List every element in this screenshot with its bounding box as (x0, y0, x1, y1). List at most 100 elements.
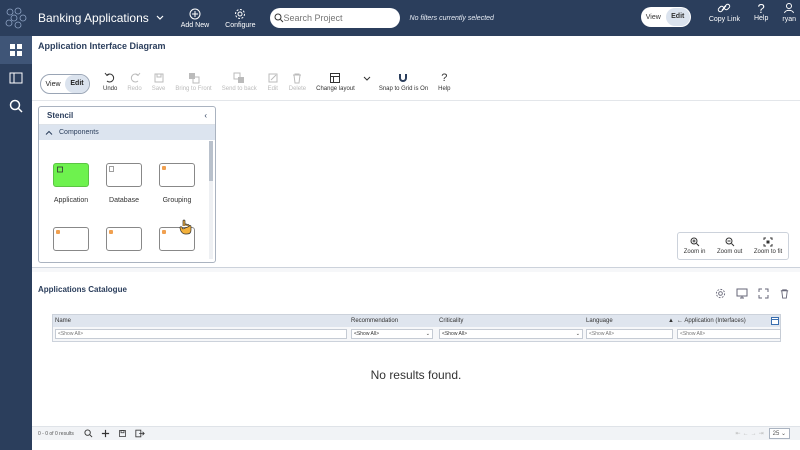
scrollbar-thumb[interactable] (209, 141, 213, 181)
sidebar-item-dashboard[interactable] (0, 36, 32, 64)
stencil-shape-application[interactable]: Application (49, 163, 93, 204)
stencil-panel: Stencil ‹ Components Application Databas… (38, 106, 216, 263)
help-button[interactable]: ? Help (754, 2, 768, 22)
orange-marker-icon (162, 230, 166, 234)
recommendation-filter-select[interactable]: <Show All> ⌄ (351, 329, 433, 339)
diagram-help-button[interactable]: ? Help (438, 72, 450, 92)
layout-dropdown[interactable] (362, 72, 372, 86)
shape-label: Database (109, 197, 139, 204)
catalogue-table: Name Recommendation Criticality Language… (52, 314, 781, 342)
app-glyph-icon (57, 166, 63, 173)
zoom-out-button[interactable]: Zoom out (717, 237, 742, 255)
grouping-shape[interactable] (159, 163, 195, 187)
magnet-icon (399, 74, 408, 82)
components-section-header[interactable]: Components (39, 125, 215, 140)
save-button[interactable]: Save (152, 72, 165, 92)
add-new-label: Add New (180, 21, 210, 29)
name-filter-input[interactable] (55, 329, 347, 339)
column-header-recommendation[interactable]: Recommendation (351, 318, 398, 324)
view-edit-toggle[interactable]: View Edit (641, 7, 691, 27)
orange-marker-icon (162, 166, 166, 170)
undo-button[interactable]: Undo (103, 72, 117, 92)
undo-icon (104, 72, 115, 83)
search-input[interactable] (283, 13, 384, 23)
toolbar-divider (32, 100, 800, 101)
help-label: Help (753, 15, 769, 22)
interfaces-filter-input[interactable] (677, 329, 781, 339)
project-name: Banking Applications (38, 11, 149, 25)
diagram-edit-option[interactable]: Edit (65, 75, 89, 93)
zoom-in-button[interactable]: Zoom in (684, 237, 705, 255)
save-icon[interactable] (118, 429, 127, 438)
add-new-button[interactable]: Add New (181, 8, 209, 29)
copy-link-button[interactable]: Copy Link (709, 2, 740, 23)
pagination-arrows-icon[interactable]: ⇤←→⇥ (736, 430, 766, 437)
components-label: Components (59, 129, 99, 136)
plus-icon[interactable] (101, 429, 110, 438)
database-shape[interactable] (106, 163, 142, 187)
diagram-view-edit-toggle[interactable]: View Edit (40, 74, 90, 94)
project-selector[interactable]: Banking Applications (38, 11, 165, 25)
language-filter-input[interactable] (586, 329, 673, 339)
diagram-panel: Application Interface Diagram View Edit … (32, 36, 800, 268)
dashboard-icon (10, 44, 22, 56)
link-icon (718, 3, 731, 13)
stencil-shape-database[interactable]: Database (102, 163, 146, 204)
column-header-interfaces[interactable]: ← Application (Interfaces) (677, 318, 746, 324)
stencil-scrollbar[interactable] (209, 141, 213, 259)
redo-label: Redo (127, 86, 142, 92)
shape-box[interactable] (106, 227, 142, 251)
page-size-select[interactable]: 25 ⌄ (768, 428, 790, 439)
column-header-name[interactable]: Name (55, 318, 71, 324)
search-icon[interactable] (84, 429, 93, 438)
chevron-up-icon (45, 130, 53, 135)
search-box[interactable] (269, 8, 400, 28)
stencil-shape-4[interactable] (49, 227, 93, 251)
zoom-to-fit-button[interactable]: Zoom to fit (754, 237, 782, 255)
export-icon[interactable] (135, 429, 145, 438)
column-chooser-icon[interactable] (771, 317, 779, 325)
column-header-criticality[interactable]: Criticality (439, 318, 463, 324)
fullscreen-icon[interactable] (758, 288, 769, 299)
app-logo[interactable] (0, 0, 32, 36)
pencil-icon (268, 73, 278, 83)
stencil-shape-grouping[interactable]: Grouping (155, 163, 199, 204)
save-icon (154, 73, 164, 83)
collapse-stencil-icon[interactable]: ‹ (204, 111, 207, 120)
gear-icon[interactable] (715, 288, 726, 299)
user-menu[interactable]: ryan (782, 2, 796, 23)
left-nav (0, 36, 32, 450)
application-shape[interactable] (53, 163, 89, 187)
zoom-out-label: Zoom out (716, 249, 743, 255)
edit-mode-option[interactable]: Edit (665, 8, 690, 26)
sidebar-item-search-analytics[interactable] (0, 92, 32, 120)
diagram-title: Application Interface Diagram (38, 41, 166, 51)
trash-icon[interactable] (779, 288, 790, 299)
monitor-icon[interactable] (736, 288, 748, 299)
catalogue-actions (715, 288, 790, 299)
snap-to-grid-button[interactable]: Snap to Grid is On (379, 72, 428, 92)
delete-button[interactable]: Delete (289, 72, 306, 92)
edit-tool-button[interactable]: Edit (267, 72, 279, 92)
zoom-out-icon (725, 237, 735, 247)
redo-button[interactable]: Redo (127, 72, 142, 92)
bring-front-icon (188, 73, 200, 84)
layout-icon (330, 73, 341, 83)
diagram-view-option[interactable]: View (41, 81, 65, 88)
configure-button[interactable]: Configure (225, 8, 256, 29)
send-to-back-button[interactable]: Send to back (222, 72, 257, 92)
top-bar: Banking Applications Add New Configure N… (0, 0, 800, 36)
chevron-down-icon: ⌄ (425, 331, 430, 337)
stencil-shape-5[interactable] (102, 227, 146, 251)
bring-to-front-button[interactable]: Bring to Front (175, 72, 212, 92)
criticality-filter-select[interactable]: <Show All> ⌄ (439, 329, 583, 339)
chevron-down-icon (363, 76, 371, 81)
empty-state: No results found. (370, 368, 462, 382)
view-mode-option[interactable]: View (641, 14, 666, 21)
sort-up-icon[interactable]: ▲ (668, 318, 674, 324)
column-header-language[interactable]: Language (586, 318, 613, 324)
sidebar-item-panel[interactable] (0, 64, 32, 92)
change-layout-button[interactable]: Change layout (316, 72, 355, 92)
shape-box[interactable] (53, 227, 89, 251)
panel-icon (9, 72, 23, 84)
